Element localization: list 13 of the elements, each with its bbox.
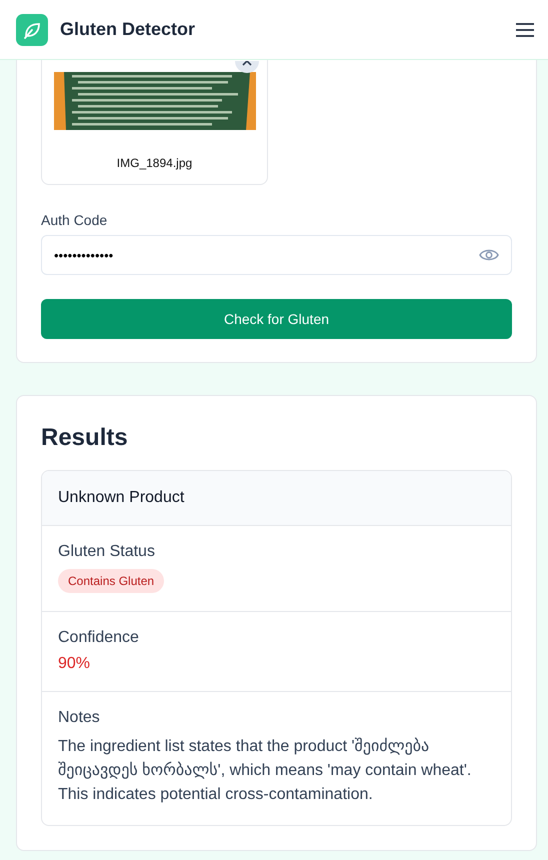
row-label: Notes	[58, 709, 101, 727]
product-name: Unknown Product	[58, 489, 184, 506]
row-label: Gluten Status	[58, 543, 156, 561]
results-title: Results	[41, 424, 129, 452]
status-badge: Contains Gluten	[58, 569, 164, 593]
file-name: IMG_1894.jpg	[116, 156, 194, 170]
app-title: Gluten Detector	[60, 19, 196, 40]
notes-text: The ingredient list states that the product 'შეიძლება შეიცავდეს ხორბალს', which means 'may contain wheat'. This indicates potential cross-contamination.	[58, 736, 472, 805]
check-button[interactable]: Check for Gluten	[41, 299, 512, 339]
confidence-value: 90%	[58, 655, 92, 673]
row-label: Confidence	[58, 629, 140, 647]
field-label: Auth Code	[41, 212, 108, 228]
auth-code-field[interactable]: •••••••••••••	[41, 235, 512, 275]
